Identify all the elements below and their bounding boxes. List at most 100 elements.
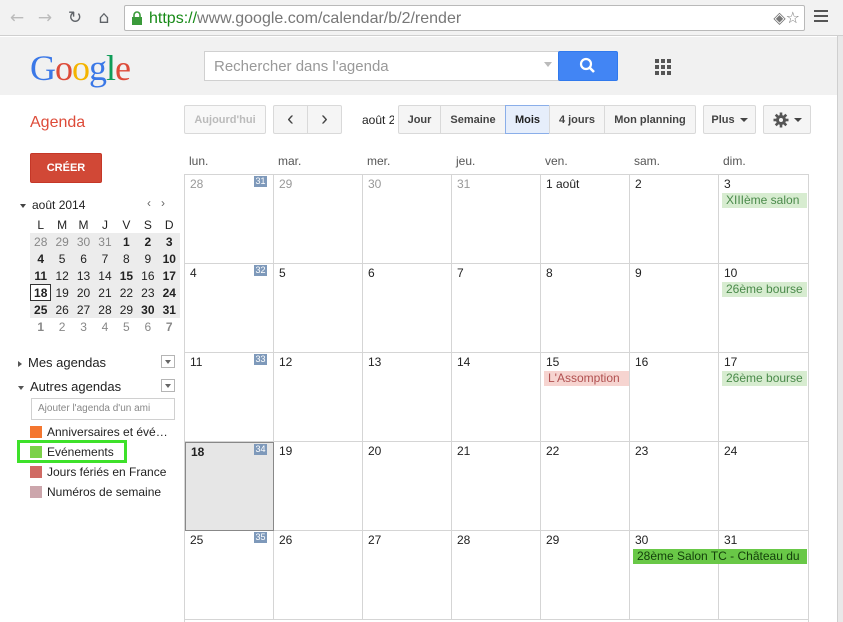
today-button[interactable]: Aujourd'hui bbox=[184, 105, 266, 134]
day-cell[interactable]: 27 bbox=[363, 531, 452, 620]
mini-day[interactable]: 31 bbox=[94, 233, 116, 250]
day-cell[interactable]: 17 bbox=[719, 353, 809, 442]
day-number[interactable]: 20 bbox=[368, 444, 381, 458]
day-cell[interactable]: 1 août bbox=[541, 175, 630, 264]
mini-day[interactable]: 2 bbox=[51, 318, 72, 335]
day-cell[interactable]: 5 bbox=[274, 264, 363, 353]
mini-day[interactable]: 30 bbox=[137, 301, 159, 318]
calendar-item-numeros-semaine[interactable]: Numéros de semaine bbox=[30, 485, 161, 499]
day-cell[interactable]: 20 bbox=[363, 442, 452, 531]
day-number[interactable]: 1 août bbox=[546, 177, 579, 191]
mini-day[interactable]: 7 bbox=[94, 250, 116, 267]
address-bar[interactable]: https://www.google.com/calendar/b/2/rend… bbox=[124, 5, 805, 31]
day-number[interactable]: 24 bbox=[724, 444, 737, 458]
day-number[interactable]: 31 bbox=[457, 177, 470, 191]
create-button[interactable]: CRÉER bbox=[30, 153, 102, 183]
mini-day[interactable]: 2 bbox=[137, 233, 159, 250]
day-cell[interactable]: 30 bbox=[363, 175, 452, 264]
day-number[interactable]: 16 bbox=[635, 355, 648, 369]
mini-day[interactable]: 4 bbox=[94, 318, 115, 335]
day-number[interactable]: 19 bbox=[279, 444, 292, 458]
menu-icon[interactable] bbox=[814, 10, 828, 25]
google-logo[interactable]: Google bbox=[30, 50, 131, 86]
mini-day[interactable]: 13 bbox=[72, 267, 95, 284]
mini-day[interactable]: 8 bbox=[115, 250, 138, 267]
day-cell[interactable]: 23 bbox=[630, 442, 719, 531]
add-friend-calendar-input[interactable]: Ajouter l'agenda d'un ami bbox=[31, 398, 175, 420]
day-cell[interactable]: 7 bbox=[452, 264, 541, 353]
day-number[interactable]: 7 bbox=[457, 266, 464, 280]
app-title[interactable]: Agenda bbox=[30, 114, 85, 132]
mini-day[interactable]: 3 bbox=[158, 233, 180, 250]
translate-icon[interactable]: ◈ bbox=[773, 8, 785, 27]
day-cell[interactable]: 28 31 bbox=[185, 175, 274, 264]
view-month-button[interactable]: Mois bbox=[505, 105, 550, 134]
event-chip[interactable]: 26ème bourse bbox=[722, 282, 807, 297]
day-cell[interactable]: 21 bbox=[452, 442, 541, 531]
day-number[interactable]: 15 bbox=[546, 355, 559, 369]
day-number[interactable]: 18 bbox=[191, 445, 204, 459]
home-icon[interactable]: ⌂ bbox=[93, 7, 115, 29]
day-cell[interactable]: 10 bbox=[719, 264, 809, 353]
mini-day[interactable]: 20 bbox=[72, 284, 95, 301]
apps-grid-icon[interactable] bbox=[655, 59, 671, 75]
mini-day[interactable]: 17 bbox=[158, 267, 180, 284]
mini-day[interactable]: 6 bbox=[137, 318, 158, 335]
mini-prev-icon[interactable]: ‹ bbox=[147, 196, 161, 210]
day-cell[interactable]: 22 bbox=[541, 442, 630, 531]
day-cell[interactable]: 16 bbox=[630, 353, 719, 442]
day-cell[interactable]: 3 bbox=[719, 175, 809, 264]
day-cell[interactable]: 26 bbox=[274, 531, 363, 620]
day-cell[interactable]: 31 bbox=[719, 531, 809, 620]
forward-icon[interactable]: → bbox=[34, 7, 56, 29]
mini-day[interactable]: 1 bbox=[115, 233, 138, 250]
mini-day[interactable]: 27 bbox=[72, 301, 95, 318]
mini-next-icon[interactable]: › bbox=[161, 196, 175, 210]
next-period-button[interactable]: › bbox=[307, 105, 342, 134]
mini-day[interactable]: 22 bbox=[115, 284, 138, 301]
view-day-button[interactable]: Jour bbox=[398, 105, 441, 134]
mini-day[interactable]: 5 bbox=[116, 318, 137, 335]
back-icon[interactable]: ← bbox=[6, 7, 28, 29]
day-number[interactable]: 6 bbox=[368, 266, 375, 280]
day-cell[interactable]: 15 bbox=[541, 353, 630, 442]
day-number[interactable]: 10 bbox=[724, 266, 737, 280]
day-cell[interactable]: 19 bbox=[274, 442, 363, 531]
more-button[interactable]: Plus bbox=[703, 105, 756, 134]
day-number[interactable]: 30 bbox=[635, 533, 648, 547]
mini-day[interactable]: 1 bbox=[30, 318, 51, 335]
day-cell[interactable]: 29 bbox=[274, 175, 363, 264]
day-number[interactable]: 8 bbox=[546, 266, 553, 280]
day-number[interactable]: 13 bbox=[368, 355, 381, 369]
day-number[interactable]: 26 bbox=[279, 533, 292, 547]
day-number[interactable]: 29 bbox=[546, 533, 559, 547]
day-number[interactable]: 14 bbox=[457, 355, 470, 369]
mini-day[interactable]: 31 bbox=[158, 301, 180, 318]
mini-day[interactable]: 26 bbox=[51, 301, 73, 318]
day-number[interactable]: 9 bbox=[635, 266, 642, 280]
search-options-icon[interactable] bbox=[544, 62, 552, 67]
day-number[interactable]: 12 bbox=[279, 355, 292, 369]
event-chip[interactable]: 26ème bourse bbox=[722, 371, 807, 386]
mini-day[interactable]: 24 bbox=[158, 284, 180, 301]
scrollbar[interactable] bbox=[837, 36, 843, 622]
day-number[interactable]: 30 bbox=[368, 177, 381, 191]
view-week-button[interactable]: Semaine bbox=[440, 105, 506, 134]
day-cell[interactable]: 9 bbox=[630, 264, 719, 353]
day-cell[interactable]: 18 34 bbox=[185, 442, 274, 531]
other-calendars-menu-icon[interactable] bbox=[161, 379, 175, 392]
day-cell[interactable]: 24 bbox=[719, 442, 809, 531]
day-number[interactable]: 4 bbox=[190, 266, 197, 280]
mini-day[interactable]: 5 bbox=[51, 250, 73, 267]
day-number[interactable]: 21 bbox=[457, 444, 470, 458]
day-cell[interactable]: 30 bbox=[630, 531, 719, 620]
day-cell[interactable]: 6 bbox=[363, 264, 452, 353]
day-cell[interactable]: 8 bbox=[541, 264, 630, 353]
day-number[interactable]: 11 bbox=[190, 355, 202, 369]
holiday-chip[interactable]: L'Assomption bbox=[544, 371, 629, 386]
my-calendars-toggle[interactable]: Mes agendas bbox=[18, 355, 106, 370]
mini-day[interactable]: 14 bbox=[94, 267, 116, 284]
day-cell[interactable]: 11 33 bbox=[185, 353, 274, 442]
day-number[interactable]: 23 bbox=[635, 444, 648, 458]
day-cell[interactable]: 13 bbox=[363, 353, 452, 442]
